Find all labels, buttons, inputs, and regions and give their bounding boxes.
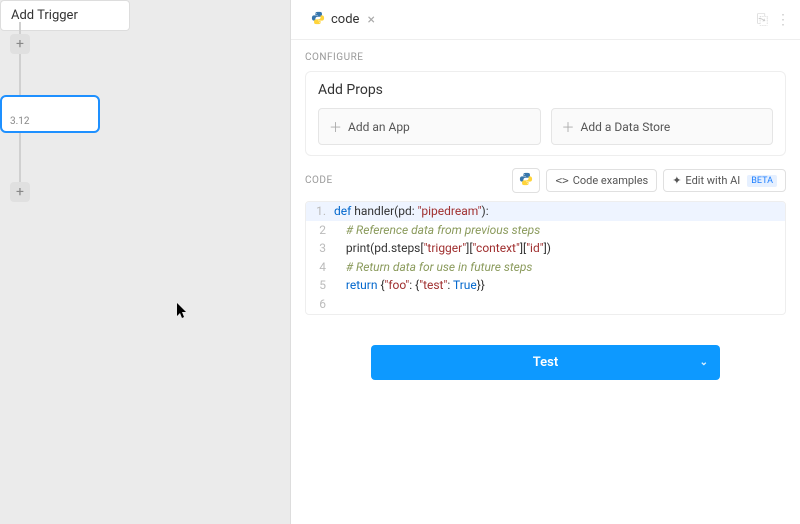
- workflow-canvas: Add Trigger + 3.12 +: [0, 0, 290, 524]
- copy-icon[interactable]: ⎘: [757, 12, 768, 28]
- code-line: 1 def handler(pd: "pipedream"):: [306, 202, 785, 221]
- add-step-button-bottom[interactable]: +: [10, 182, 30, 202]
- connector: [19, 54, 21, 95]
- code-line: 2 # Reference data from previous steps: [306, 221, 785, 240]
- test-button[interactable]: Test ⌄: [371, 345, 720, 380]
- code-line: 4 # Return data for use in future steps: [306, 258, 785, 277]
- step-label: 3.12: [10, 116, 30, 127]
- code-examples-button[interactable]: <> Code examples: [546, 169, 657, 192]
- python-icon: [311, 11, 325, 29]
- add-props-panel: Add Props ＋ Add an App ＋ Add a Data Stor…: [305, 71, 786, 156]
- line-number: 6: [306, 295, 334, 314]
- beta-badge: BETA: [747, 175, 777, 187]
- line-number: 5: [306, 276, 334, 295]
- python-icon: [519, 172, 533, 189]
- add-app-button[interactable]: ＋ Add an App: [318, 108, 541, 145]
- add-step-button-top[interactable]: +: [10, 34, 30, 54]
- line-number: 1: [306, 202, 334, 221]
- configure-label: CONFIGURE: [291, 40, 800, 71]
- edit-with-ai-button[interactable]: ✦ Edit with AI BETA: [663, 169, 786, 192]
- code-icon: <>: [555, 174, 568, 187]
- code-line: 6: [306, 295, 785, 314]
- add-data-store-label: Add a Data Store: [581, 120, 671, 134]
- sparkle-icon: ✦: [672, 174, 681, 187]
- line-number: 3: [306, 239, 334, 258]
- add-data-store-button[interactable]: ＋ Add a Data Store: [551, 108, 774, 145]
- code-header: CODE <> Code examples ✦ Edit with AI BET…: [291, 156, 800, 199]
- line-number: 2: [306, 221, 334, 240]
- step-config-panel: code × ⎘ ⋮ CONFIGURE Add Props ＋ Add an …: [290, 0, 800, 524]
- plus-icon: ＋: [329, 117, 342, 136]
- tab-title: code: [331, 12, 359, 27]
- tab-code[interactable]: code ×: [301, 5, 385, 35]
- connector: [19, 22, 21, 34]
- code-section-label: CODE: [305, 175, 512, 186]
- props-title: Add Props: [318, 82, 773, 98]
- test-label: Test: [533, 355, 558, 370]
- connector: [19, 133, 21, 182]
- code-examples-label: Code examples: [573, 174, 648, 187]
- tab-bar: code × ⎘ ⋮: [291, 0, 800, 40]
- close-icon[interactable]: ×: [367, 12, 374, 28]
- language-selector[interactable]: [512, 168, 540, 193]
- line-number: 4: [306, 258, 334, 277]
- plus-icon: +: [16, 184, 24, 200]
- more-icon[interactable]: ⋮: [776, 12, 790, 28]
- code-step-card[interactable]: 3.12: [0, 95, 100, 133]
- code-line: 5 return {"foo": {"test": True}}: [306, 276, 785, 295]
- add-app-label: Add an App: [348, 120, 410, 134]
- chevron-down-icon: ⌄: [700, 357, 708, 368]
- plus-icon: ＋: [562, 117, 575, 136]
- code-line: 3 print(pd.steps["trigger"]["context"]["…: [306, 239, 785, 258]
- cursor-icon: [177, 303, 189, 322]
- code-editor[interactable]: 1 def handler(pd: "pipedream"): 2 # Refe…: [305, 201, 786, 315]
- edit-ai-label: Edit with AI: [685, 174, 740, 187]
- plus-icon: +: [16, 36, 24, 52]
